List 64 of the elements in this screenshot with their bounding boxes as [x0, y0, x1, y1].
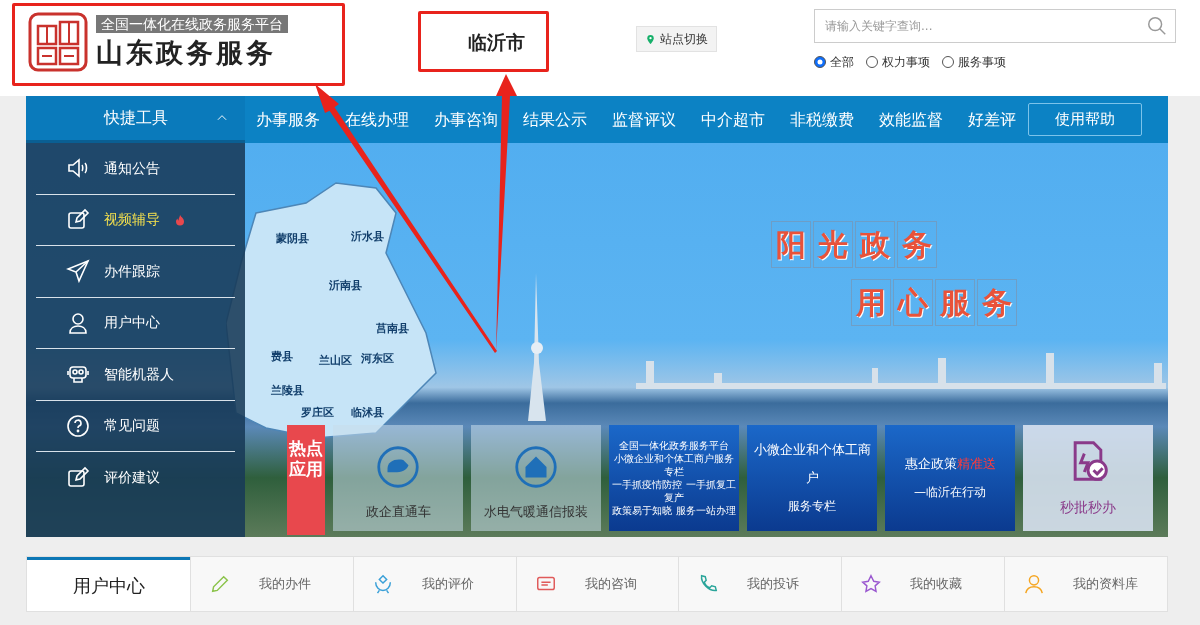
- help-icon: [66, 413, 90, 438]
- user-center-item[interactable]: 我的投诉: [678, 557, 842, 611]
- nav-link[interactable]: 非税缴费: [790, 107, 854, 132]
- logo-title: 山东政务服务: [96, 35, 277, 70]
- map-label: 蒙阴县: [276, 231, 309, 247]
- map-label: 罗庄区: [301, 405, 334, 421]
- map-label: 沂水县: [351, 229, 384, 245]
- hot-apps-label: 热点应用: [287, 425, 325, 535]
- edit-icon: [66, 465, 90, 490]
- app-tile[interactable]: 惠企政策精准送 —临沂在行动: [885, 425, 1015, 531]
- app-tile[interactable]: 政企直通车: [333, 425, 463, 531]
- logo-tagline: 全国一体化在线政务服务平台: [96, 14, 288, 33]
- map-label: 兰山区: [319, 353, 352, 369]
- sidebar-item[interactable]: 用户中心: [36, 297, 235, 349]
- search-field[interactable]: 请输入关键字查询...: [814, 9, 1176, 43]
- radio-button[interactable]: [866, 56, 878, 68]
- quick-tools-toggle[interactable]: 快捷工具: [26, 96, 245, 143]
- sidebar-item[interactable]: 常见问题: [36, 400, 235, 452]
- site-switch-button[interactable]: 站点切换: [636, 26, 717, 52]
- nav-link[interactable]: 在线办理: [345, 107, 409, 132]
- app-tile[interactable]: 全国一体化政务服务平台 小微企业和个体工商户服务专栏 一手抓疫情防控 一手抓复工复产 政策易于知晓 服务一站办理: [609, 425, 739, 531]
- sidebar-item[interactable]: 视频辅导: [36, 194, 235, 246]
- nav-link[interactable]: 中介超市: [701, 107, 765, 132]
- user-center-item[interactable]: 我的收藏: [841, 557, 1005, 611]
- user-center-tab[interactable]: 用户中心: [27, 557, 190, 611]
- edit-icon: [66, 207, 90, 232]
- radio-button[interactable]: [814, 56, 826, 68]
- nav-link[interactable]: 结果公示: [523, 107, 587, 132]
- user-center-item[interactable]: 我的办件: [190, 557, 353, 611]
- nav-link[interactable]: 办事服务: [256, 107, 320, 132]
- sidebar-item[interactable]: 智能机器人: [36, 349, 235, 401]
- radio-button[interactable]: [942, 56, 954, 68]
- app-tile[interactable]: 小微企业和个体工商户 服务专栏: [747, 425, 877, 531]
- search-icon: [1146, 15, 1168, 37]
- app-tile[interactable]: 秒批秒办: [1023, 425, 1153, 531]
- nav-link[interactable]: 监督评议: [612, 107, 676, 132]
- map-label: 兰陵县: [271, 383, 304, 399]
- map-label: 费县: [271, 349, 293, 365]
- user-center-item[interactable]: 我的评价: [352, 557, 516, 611]
- house-icon: [515, 445, 557, 488]
- radio-label: 服务事项: [958, 54, 1006, 71]
- sidebar-item[interactable]: 评价建议: [36, 452, 235, 504]
- seal-logo-icon: [28, 12, 88, 72]
- user-center-item[interactable]: 我的咨询: [515, 557, 679, 611]
- map-label: 莒南县: [376, 321, 409, 337]
- nav-link[interactable]: 好差评: [968, 107, 1016, 132]
- paper-plane-icon: [66, 259, 90, 284]
- nav-link[interactable]: 办事咨询: [434, 107, 498, 132]
- radio-label: 全部: [830, 54, 854, 71]
- sidebar-item[interactable]: 通知公告: [36, 143, 235, 195]
- map-label: 沂南县: [329, 278, 362, 294]
- nav-link[interactable]: 效能监督: [879, 107, 943, 132]
- user-icon: [66, 310, 90, 335]
- radio-label: 权力事项: [882, 54, 930, 71]
- location-pin-icon: [645, 32, 656, 46]
- map-label: 临沭县: [351, 405, 384, 421]
- city-name: 临沂市: [466, 30, 526, 55]
- map-label: 河东区: [361, 351, 394, 367]
- banner-slogan: 阳光政务: [771, 221, 937, 268]
- app-tile[interactable]: 水电气暖通信报装: [471, 425, 601, 531]
- user-center-item[interactable]: 我的资料库: [1004, 557, 1167, 611]
- banner-slogan: 用心服务: [851, 279, 1017, 326]
- sidebar-item[interactable]: 办件跟踪: [36, 246, 235, 298]
- help-button[interactable]: 使用帮助: [1028, 103, 1142, 136]
